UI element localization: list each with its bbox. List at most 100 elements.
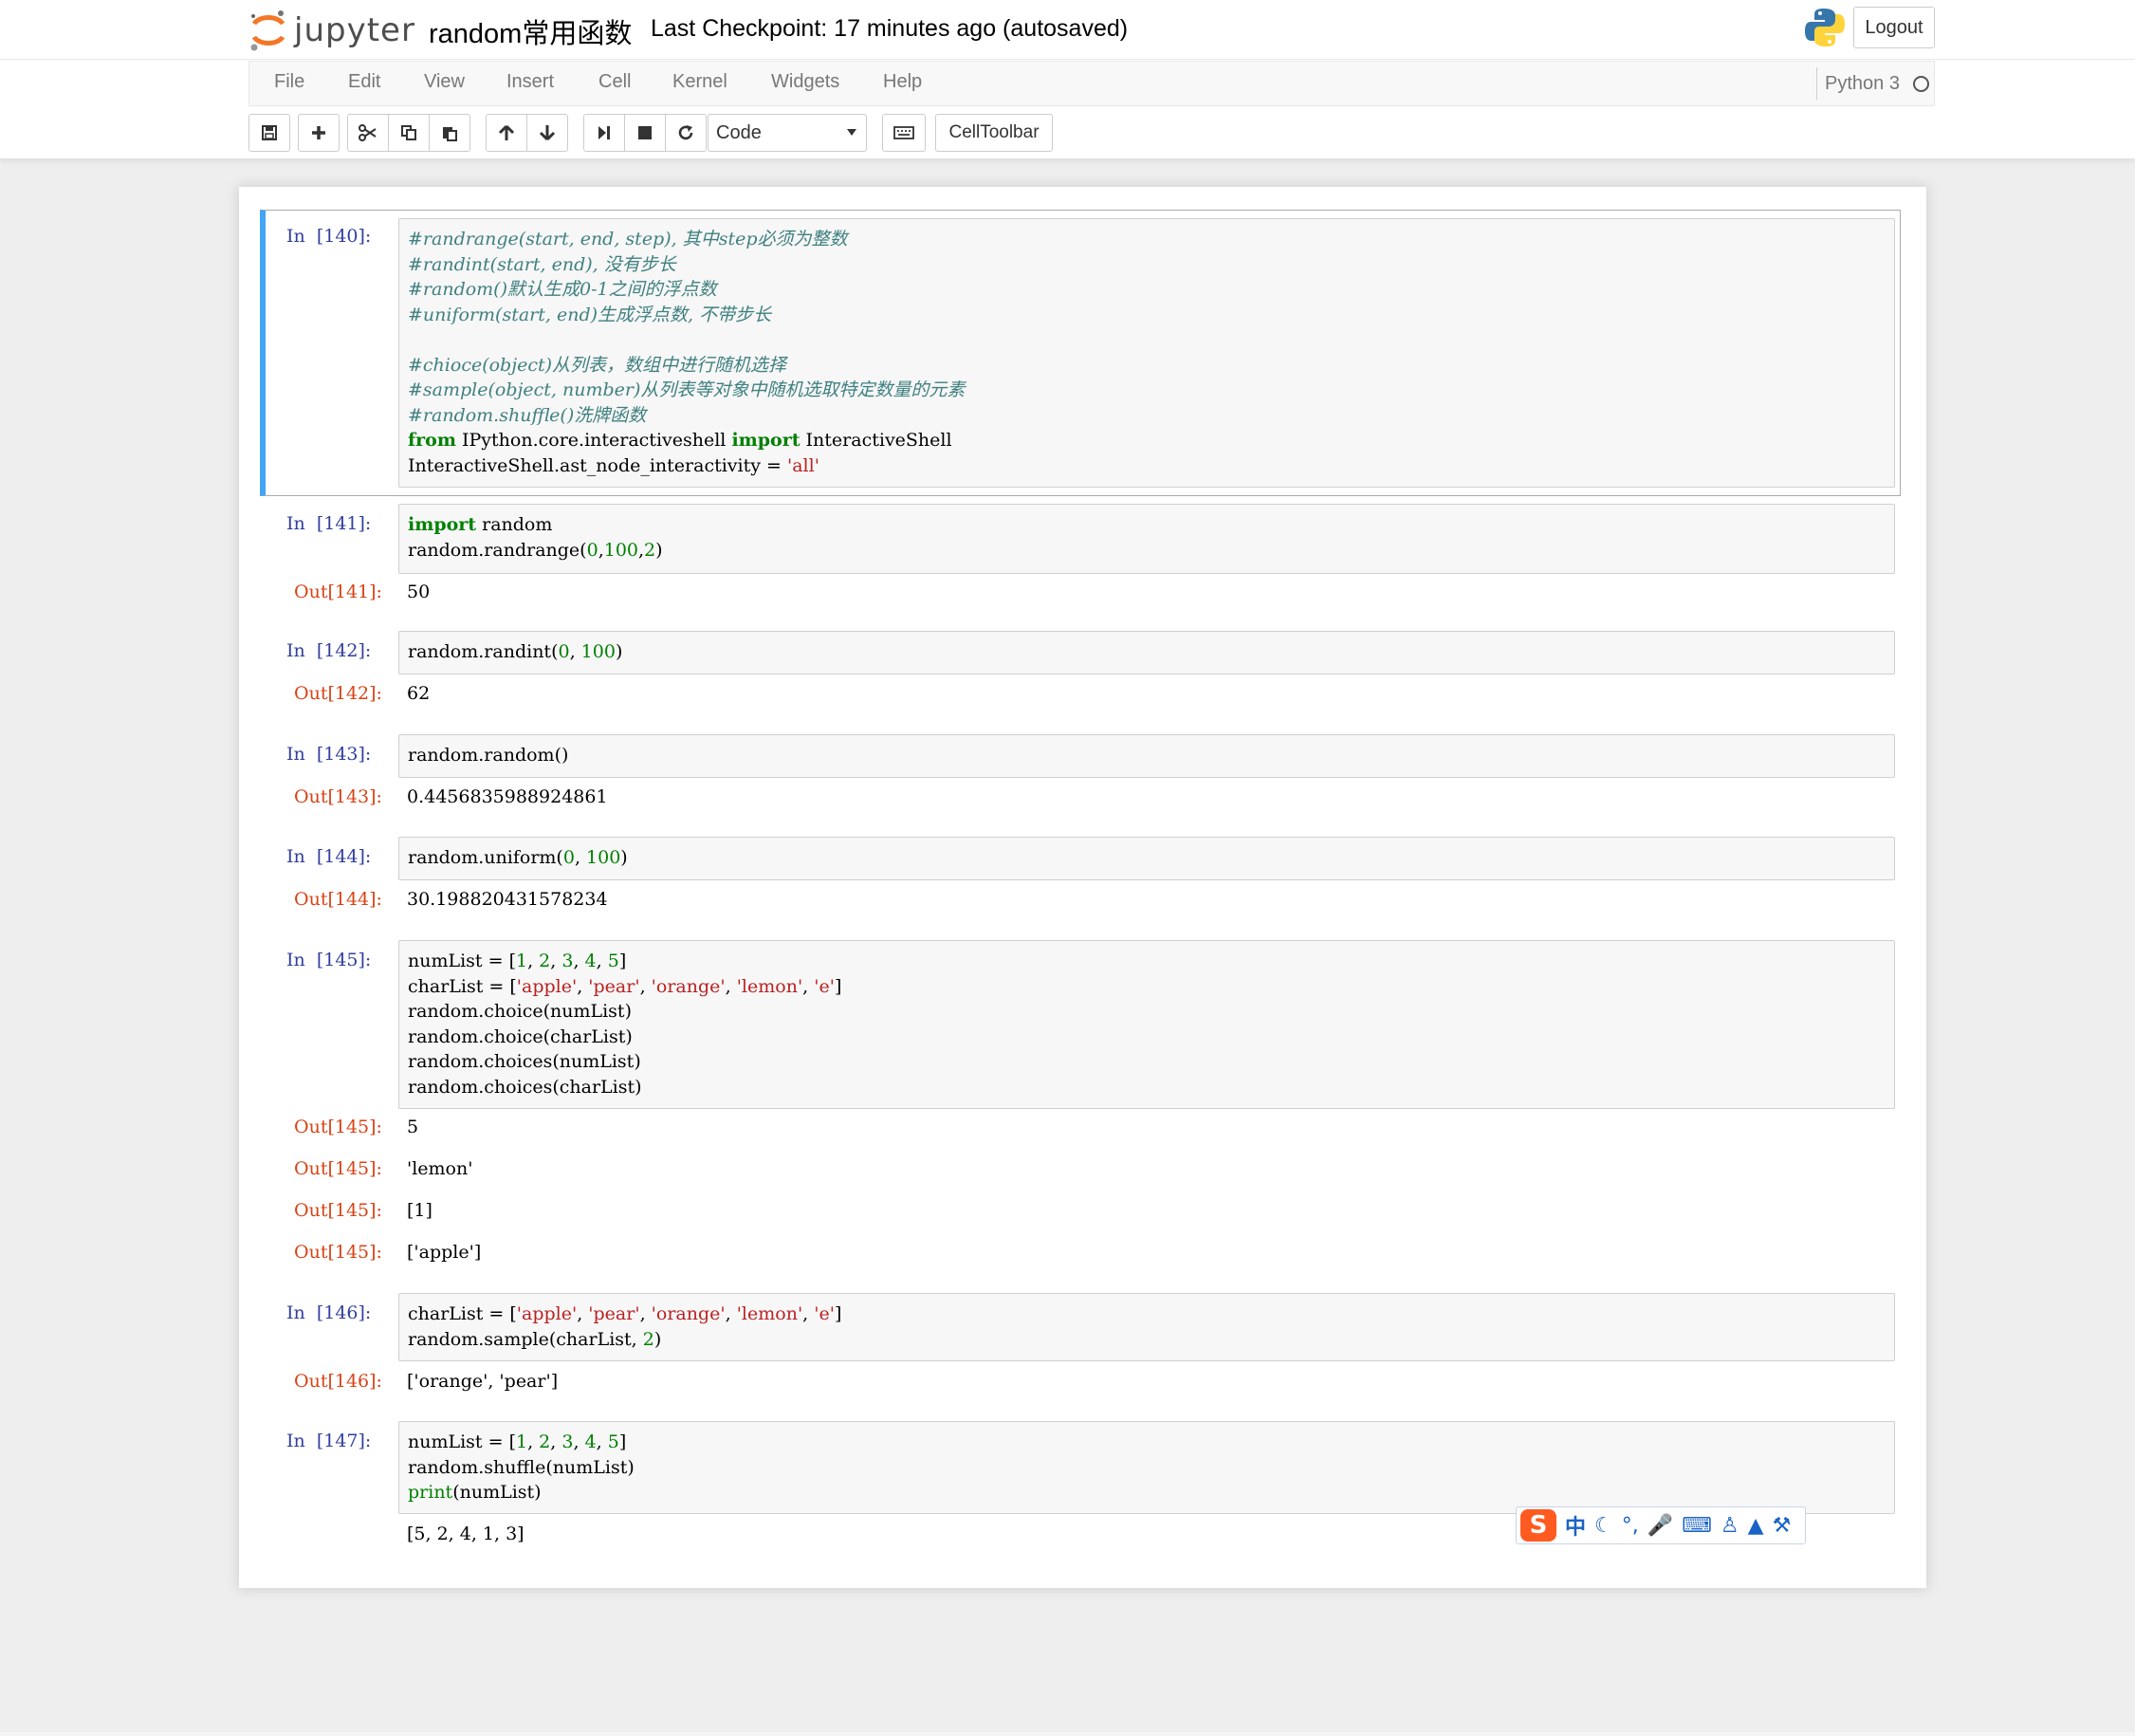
jupyter-logo-icon — [250, 10, 285, 51]
output-prompt: Out[142]: — [294, 683, 382, 704]
output-text: [1] — [407, 1200, 433, 1221]
input-prompt: In [146]: — [286, 1302, 372, 1323]
code-line: #uniform(start, end)生成浮点数, 不带步长 — [408, 304, 772, 325]
save-icon — [262, 125, 277, 140]
input-prompt: In [141]: — [286, 513, 372, 534]
ime-toolbar[interactable]: S 中 ☾ °, 🎤 ⌨ ♙ ▲ ⚒ — [1516, 1506, 1806, 1544]
code-line: random.shuffle(numList) — [408, 1456, 635, 1478]
code-cell[interactable]: In [145]: numList = [1, 2, 3, 4, 5] char… — [260, 940, 1901, 1279]
output-prompt: Out[145]: — [294, 1117, 382, 1137]
ime-mode-toggle[interactable]: 中 — [1565, 1510, 1586, 1541]
paste-icon — [443, 127, 457, 141]
code-cell[interactable]: In [143]: random.random() Out[143]: 0.44… — [260, 734, 1901, 823]
arrow-down-icon — [539, 125, 556, 141]
cut-button[interactable] — [347, 114, 389, 152]
output-prompt: Out[146]: — [294, 1371, 382, 1392]
code-input[interactable]: import random random.randrange(0,100,2) — [398, 504, 1895, 574]
restart-icon — [678, 125, 693, 140]
jupyter-wordmark: jupyter — [294, 11, 415, 49]
kernel-name: Python 3 — [1825, 72, 1900, 94]
notebook-name[interactable]: random常用函数 — [429, 11, 632, 51]
wrench-icon[interactable]: ⚒ — [1773, 1514, 1792, 1538]
code-line: numList = [1, 2, 3, 4, 5] — [408, 1431, 627, 1452]
output-text: 'lemon' — [407, 1158, 473, 1179]
input-prompt: In [147]: — [286, 1431, 372, 1451]
output-prompt: Out[145]: — [294, 1200, 382, 1221]
input-prompt: In [142]: — [286, 640, 372, 661]
output-prompt: Out[145]: — [294, 1158, 382, 1179]
jupyter-logo[interactable]: jupyter — [248, 6, 415, 55]
insert-cell-button[interactable] — [298, 114, 340, 152]
punctuation-icon[interactable]: °, — [1622, 1514, 1639, 1538]
menu-view[interactable]: View — [424, 71, 465, 93]
code-input[interactable]: random.randint(0, 100) — [398, 631, 1895, 674]
command-palette-button[interactable] — [882, 114, 926, 152]
copy-icon — [401, 125, 416, 140]
code-line: random.uniform(0, 100) — [408, 847, 628, 868]
code-line: #random()默认生成0-1之间的浮点数 — [408, 279, 717, 300]
output-prompt: Out[141]: — [294, 582, 382, 602]
move-up-button[interactable] — [486, 114, 527, 152]
code-line: #random.shuffle()洗牌函数 — [408, 404, 647, 426]
code-cell[interactable]: In [141]: import random random.randrange… — [260, 504, 1901, 614]
input-prompt: In [140]: — [286, 226, 372, 247]
move-down-button[interactable] — [526, 114, 568, 152]
code-input[interactable]: charList = ['apple', 'pear', 'orange', '… — [398, 1293, 1895, 1361]
menu-kernel[interactable]: Kernel — [672, 71, 727, 93]
restart-button[interactable] — [665, 114, 707, 152]
paste-button[interactable] — [429, 114, 470, 152]
code-text: random.randint(0, 100) — [399, 632, 1894, 665]
moon-icon[interactable]: ☾ — [1594, 1514, 1613, 1538]
menu-widgets[interactable]: Widgets — [771, 71, 839, 93]
output-text: 5 — [407, 1117, 419, 1137]
kernel-indicator: Python 3 — [1816, 67, 1929, 100]
code-text: numList = [1, 2, 3, 4, 5] charList = ['a… — [399, 941, 1894, 1099]
code-text: #randrange(start, end, step), 其中step必须为整… — [399, 219, 1894, 478]
code-cell[interactable]: In [146]: charList = ['apple', 'pear', '… — [260, 1293, 1901, 1407]
main-toolbar: Code CellToolbar — [248, 112, 1956, 154]
code-line: random.choices(charList) — [408, 1076, 642, 1098]
save-button[interactable] — [248, 114, 290, 152]
code-line: charList = ['apple', 'pear', 'orange', '… — [408, 1303, 842, 1324]
stop-icon — [638, 126, 652, 139]
code-input[interactable]: random.uniform(0, 100) — [398, 837, 1895, 880]
user-icon[interactable]: ♙ — [1721, 1514, 1739, 1538]
python-logo-icon — [1805, 9, 1845, 46]
menu-help[interactable]: Help — [883, 71, 922, 93]
menu-insert[interactable]: Insert — [506, 71, 554, 93]
code-line: random.sample(charList, 2) — [408, 1328, 662, 1350]
code-cell[interactable]: In [140]: #randrange(start, end, step), … — [260, 210, 1901, 496]
menu-file[interactable]: File — [274, 71, 304, 93]
code-cell[interactable]: In [144]: random.uniform(0, 100) Out[144… — [260, 837, 1901, 926]
top-header: jupyter random常用函数 Last Checkpoint: 17 m… — [0, 0, 2135, 159]
microphone-icon[interactable]: 🎤 — [1647, 1514, 1673, 1538]
code-line: #chioce(object)从列表，数组中进行随机选择 — [408, 354, 787, 376]
run-button[interactable] — [583, 114, 625, 152]
interrupt-button[interactable] — [624, 114, 666, 152]
code-line: charList = ['apple', 'pear', 'orange', '… — [408, 975, 842, 997]
cell-type-select[interactable]: Code — [708, 114, 867, 152]
menu-cell[interactable]: Cell — [598, 71, 631, 93]
code-input[interactable]: random.random() — [398, 734, 1895, 778]
celltoolbar-button[interactable]: CellToolbar — [935, 114, 1053, 152]
code-input[interactable]: #randrange(start, end, step), 其中step必须为整… — [398, 218, 1895, 488]
code-text: random.random() — [399, 735, 1894, 768]
code-line: #randrange(start, end, step), 其中step必须为整… — [408, 229, 848, 249]
output-text: ['apple'] — [407, 1242, 482, 1263]
code-cell[interactable]: In [142]: random.randint(0, 100) Out[142… — [260, 631, 1901, 720]
shirt-icon[interactable]: ▲ — [1748, 1514, 1764, 1538]
copy-button[interactable] — [388, 114, 430, 152]
code-text: charList = ['apple', 'pear', 'orange', '… — [399, 1294, 1894, 1352]
code-text: random.uniform(0, 100) — [399, 838, 1894, 871]
menu-edit[interactable]: Edit — [348, 71, 380, 93]
code-input[interactable]: numList = [1, 2, 3, 4, 5] charList = ['a… — [398, 940, 1895, 1109]
sogou-logo[interactable]: S — [1520, 1509, 1556, 1542]
keyboard-icon[interactable]: ⌨ — [1682, 1514, 1712, 1538]
code-line: from IPython.core.interactiveshell impor… — [408, 430, 952, 451]
output-text: ['orange', 'pear'] — [407, 1371, 559, 1392]
code-text: import random random.randrange(0,100,2) — [399, 505, 1894, 563]
input-prompt: In [145]: — [286, 950, 372, 970]
code-input[interactable]: numList = [1, 2, 3, 4, 5] random.shuffle… — [398, 1421, 1895, 1514]
code-line: random.random() — [408, 745, 569, 766]
logout-button[interactable]: Logout — [1853, 7, 1935, 48]
